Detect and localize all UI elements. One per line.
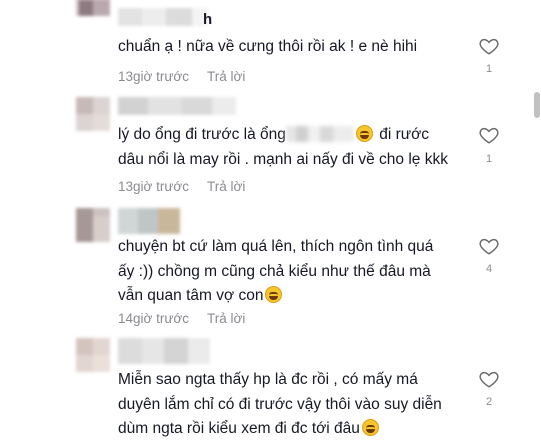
comment-text: chuyện bt cứ làm quá lên, thích ngôn tìn… xyxy=(118,238,434,304)
reply-button[interactable]: Trả lời xyxy=(207,179,245,194)
comment-meta: 13giờ trước Trả lời xyxy=(118,69,245,84)
comment-time: 13giờ trước xyxy=(118,179,190,194)
comment-text: lý do ổng đi trước là ổng đi rước dâu nổ… xyxy=(118,125,448,168)
laughing-emoji-icon xyxy=(355,125,373,142)
like-count: 2 xyxy=(485,396,493,408)
avatar[interactable] xyxy=(76,97,110,131)
reply-button[interactable]: Trả lời xyxy=(207,311,245,326)
laughing-emoji-icon xyxy=(265,286,283,303)
comment-item: lý do ổng đi trước là ổng đi rước dâu nổ… xyxy=(0,85,541,200)
heart-icon[interactable] xyxy=(478,35,500,57)
scrollbar-track[interactable] xyxy=(533,0,541,443)
commenter-name-blurred[interactable] xyxy=(118,8,208,26)
commenter-name-blurred[interactable] xyxy=(118,97,236,115)
scrollbar-thumb[interactable] xyxy=(534,92,540,118)
comment-time: 13giờ trước xyxy=(118,69,190,84)
comment-item: chuyện bt cứ làm quá lên, thích ngôn tìn… xyxy=(0,200,541,335)
comment-item: Miễn sao ngta thấy hp là đc rồi , có mấy… xyxy=(0,335,541,443)
redacted-text xyxy=(285,126,354,142)
like-count: 1 xyxy=(485,63,493,75)
commenter-name-blurred[interactable] xyxy=(118,208,180,234)
like-count: 1 xyxy=(485,153,493,165)
comment-text: Miễn sao ngta thấy hp là đc rồi , có mấy… xyxy=(118,371,442,437)
grinning-emoji-icon xyxy=(361,419,379,436)
commenter-name-blurred[interactable] xyxy=(118,338,210,364)
heart-icon[interactable] xyxy=(478,124,500,146)
heart-icon[interactable] xyxy=(478,235,500,257)
comment-meta: 13giờ trước Trả lời xyxy=(118,179,245,194)
heart-icon[interactable] xyxy=(478,368,500,390)
avatar[interactable] xyxy=(76,0,110,16)
reply-button[interactable]: Trả lời xyxy=(207,69,245,84)
avatar[interactable] xyxy=(76,208,110,242)
comment-item: h chuẩn ạ ! nữa về cưng thôi rồi ak ! e … xyxy=(0,0,541,85)
avatar[interactable] xyxy=(76,338,110,372)
comment-time: 14giờ trước xyxy=(118,311,190,326)
comment-text: chuẩn ạ ! nữa về cưng thôi rồi ak ! e nè… xyxy=(118,38,418,55)
comment-meta: 14giờ trước Trả lời xyxy=(118,311,245,326)
like-count: 4 xyxy=(485,263,493,275)
commenter-name-tail[interactable]: h xyxy=(203,11,212,28)
